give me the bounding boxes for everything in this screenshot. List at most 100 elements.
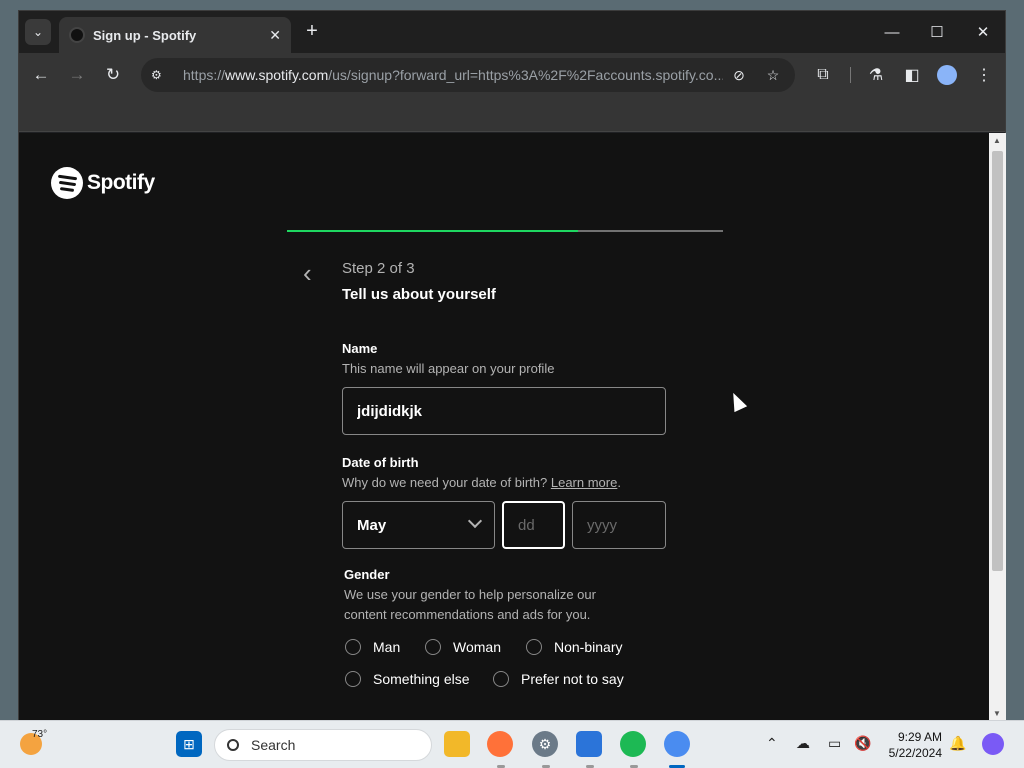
chevron-down-icon xyxy=(467,513,483,529)
radio-circle[interactable] xyxy=(345,639,361,655)
volume-muted-icon[interactable]: 🔇 xyxy=(854,735,871,752)
toolbar-separator xyxy=(850,67,851,83)
settings-icon[interactable]: ⚙ xyxy=(532,731,558,757)
taskbar-clock[interactable]: 9:29 AM 5/22/2024 xyxy=(880,729,942,761)
radio-circle[interactable] xyxy=(526,639,542,655)
mouse-cursor-icon xyxy=(726,389,748,413)
progress-fill xyxy=(287,230,578,232)
gender-option-prefer-not-to-say[interactable]: Prefer not to say xyxy=(493,671,624,687)
maximize-button[interactable]: ☐ xyxy=(922,19,952,45)
radio-label: Woman xyxy=(453,639,501,655)
spotify-logo[interactable]: Spotify xyxy=(51,167,155,199)
browser-toolbar: ← → ↻ ⚙ https://www.spotify.com/us/signu… xyxy=(19,53,1005,97)
scroll-thumb[interactable] xyxy=(992,151,1003,571)
spotify-favicon-icon xyxy=(69,27,85,43)
back-button[interactable]: ← xyxy=(27,61,55,89)
radio-circle[interactable] xyxy=(493,671,509,687)
dob-help-suffix: . xyxy=(617,475,621,490)
url-text[interactable]: https://www.spotify.com/us/signup?forwar… xyxy=(183,67,723,83)
dob-help-text: Why do we need your date of birth? xyxy=(342,475,548,490)
new-tab-button[interactable]: + xyxy=(301,21,323,43)
windows-start-icon[interactable]: ⊞ xyxy=(176,731,202,757)
radio-circle[interactable] xyxy=(425,639,441,655)
signup-page: Spotify ‹ Step 2 of 3 Tell us about your… xyxy=(19,133,989,721)
bookmark-bar xyxy=(19,97,1005,132)
day-input[interactable] xyxy=(502,501,565,549)
clock-date: 5/22/2024 xyxy=(888,746,942,760)
reload-button[interactable]: ↻ xyxy=(99,61,127,89)
arrow-left-icon: ← xyxy=(32,65,50,84)
minimize-icon: — xyxy=(884,23,900,41)
name-help: This name will appear on your profile xyxy=(342,361,555,376)
tab-search-button[interactable]: ⌄ xyxy=(25,19,51,45)
taskbar-search[interactable]: Search xyxy=(214,729,432,761)
close-tab-icon[interactable]: ✕ xyxy=(269,27,281,44)
month-select[interactable]: May xyxy=(342,501,495,549)
puzzle-icon[interactable]: ⧉ xyxy=(809,61,837,89)
minimize-button[interactable]: — xyxy=(877,19,907,45)
name-input[interactable] xyxy=(342,387,666,435)
radio-circle[interactable] xyxy=(345,671,361,687)
chevron-down-icon: ⌄ xyxy=(32,25,44,39)
chrome-icon[interactable] xyxy=(664,731,690,757)
radio-label: Prefer not to say xyxy=(521,671,624,687)
flask-icon[interactable]: ⚗ xyxy=(862,61,890,89)
gender-label: Gender xyxy=(344,567,390,582)
spotify-icon[interactable] xyxy=(620,731,646,757)
address-bar[interactable]: ⚙ https://www.spotify.com/us/signup?forw… xyxy=(141,58,795,92)
step-label: Step 2 of 3 xyxy=(342,260,415,277)
signup-progress-bar xyxy=(287,230,723,232)
gender-option-man[interactable]: Man xyxy=(345,639,400,655)
dob-label: Date of birth xyxy=(342,455,419,470)
gender-option-something-else[interactable]: Something else xyxy=(345,671,470,687)
url-host: www.spotify.com xyxy=(225,67,329,83)
chevron-left-icon: ‹ xyxy=(303,258,312,288)
clock-time: 9:29 AM xyxy=(897,730,942,744)
scroll-up-icon[interactable]: ▲ xyxy=(993,136,1001,145)
url-scheme: https:// xyxy=(183,67,226,83)
tab-title: Sign up - Spotify xyxy=(93,27,197,43)
windows-taskbar: 73° ⊞ Search ⚙ ⌃ ☁ ▭ 🔇 9:29 AM 5/22/2024… xyxy=(0,720,1024,768)
copilot-icon[interactable] xyxy=(982,733,1004,755)
plus-icon: + xyxy=(306,20,318,42)
browser-window: ⌄ Sign up - Spotify ✕ + — ☐ ✕ ← → ↻ ⚙ ht… xyxy=(18,10,1006,721)
scroll-down-icon[interactable]: ▼ xyxy=(993,709,1001,718)
maximize-icon: ☐ xyxy=(930,24,944,41)
gender-option-non-binary[interactable]: Non-binary xyxy=(526,639,622,655)
account-icon[interactable] xyxy=(937,65,957,85)
bell-icon[interactable]: 🔔 xyxy=(949,735,966,752)
radio-label: Man xyxy=(373,639,401,655)
dob-help: Why do we need your date of birth? Learn… xyxy=(342,473,621,493)
gender-option-woman[interactable]: Woman xyxy=(425,639,501,655)
tune-icon[interactable]: ⚙ xyxy=(151,68,171,82)
close-window-button[interactable]: ✕ xyxy=(968,19,998,45)
learn-more-link[interactable]: Learn more xyxy=(551,475,617,490)
tab-signup[interactable]: Sign up - Spotify ✕ xyxy=(59,17,291,53)
radio-label: Something else xyxy=(373,671,470,687)
weather-temp: 73° xyxy=(32,729,48,740)
close-icon: ✕ xyxy=(976,24,990,41)
month-value: May xyxy=(357,516,387,534)
url-path: /us/signup?forward_url=https%3A%2F%2Facc… xyxy=(328,67,723,83)
spotify-logo-icon xyxy=(51,167,83,199)
side-panel-icon[interactable]: ◧ xyxy=(898,61,926,89)
logo-text: Spotify xyxy=(87,171,155,194)
eye-off-icon[interactable]: ⊘ xyxy=(729,65,749,85)
search-icon xyxy=(227,739,239,751)
display-icon[interactable]: ▭ xyxy=(828,735,841,752)
radio-label: Non-binary xyxy=(554,639,623,655)
firefox-icon[interactable] xyxy=(487,731,513,757)
file-explorer-icon[interactable] xyxy=(444,731,470,757)
page-scrollbar[interactable]: ▲ ▼ xyxy=(989,133,1006,721)
onedrive-icon[interactable]: ☁ xyxy=(796,735,810,752)
store-icon[interactable] xyxy=(576,731,602,757)
year-input[interactable] xyxy=(572,501,666,549)
more-vert-icon[interactable]: ⋮ xyxy=(970,61,998,89)
back-step-button[interactable]: ‹ xyxy=(303,258,312,289)
reload-icon: ↻ xyxy=(105,65,121,84)
step-title: Tell us about yourself xyxy=(342,286,496,303)
chevron-up-icon[interactable]: ⌃ xyxy=(766,735,778,752)
forward-button[interactable]: → xyxy=(63,61,91,89)
star-icon[interactable]: ☆ xyxy=(763,65,783,85)
gender-help-line1: We use your gender to help personalize o… xyxy=(344,587,596,602)
